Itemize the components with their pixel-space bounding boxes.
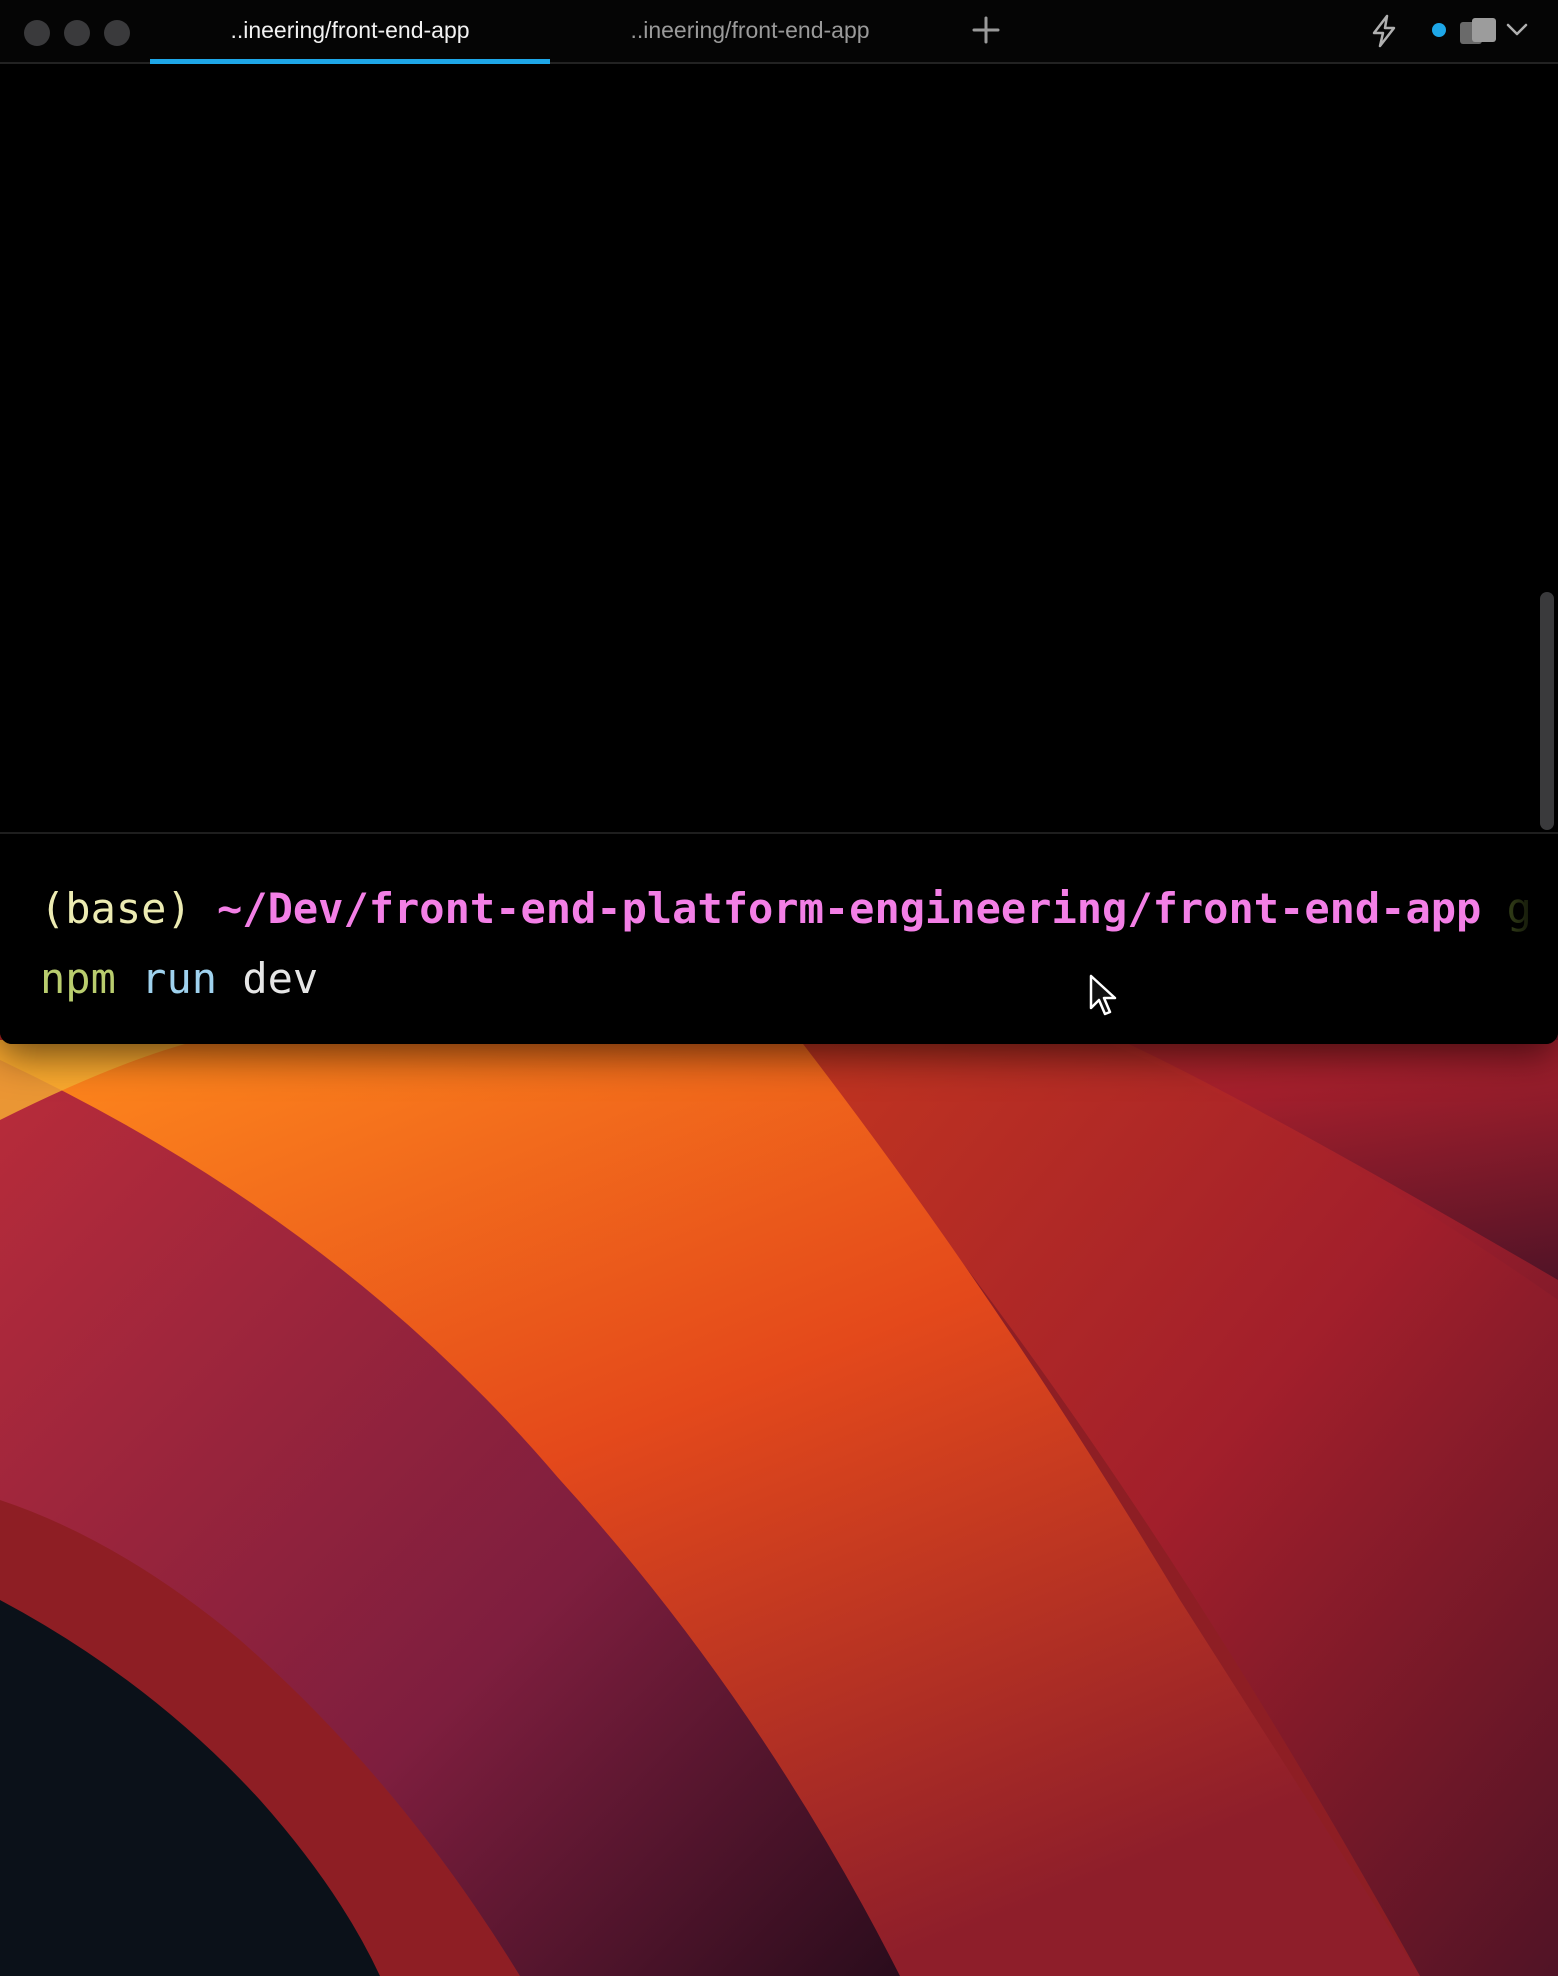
- command-subcommand: run: [141, 954, 218, 1003]
- command-argument: dev: [242, 954, 319, 1003]
- tab-front-end-app[interactable]: ..ineering/front-end-app: [550, 0, 950, 62]
- tab-label: ..ineering/front-end-app: [630, 17, 870, 43]
- command-line[interactable]: npm run dev: [40, 954, 318, 1003]
- working-directory: ~/Dev/front-end-platform-engineering/fro…: [217, 884, 1482, 933]
- status-dot-icon: [1432, 23, 1446, 37]
- scrollbar-thumb[interactable]: [1540, 592, 1554, 830]
- plus-icon[interactable]: [970, 14, 1002, 46]
- command-input-area[interactable]: (base) ~/Dev/front-end-platform-engineer…: [0, 834, 1558, 1044]
- prompt-line: (base) ~/Dev/front-end-platform-engineer…: [40, 884, 1532, 933]
- terminal-window: ..ineering/front-end-app ..ineering/fron…: [0, 0, 1558, 1044]
- bolt-icon[interactable]: [1370, 14, 1398, 48]
- close-window-button[interactable]: [24, 20, 50, 46]
- tab-front-end-app-active[interactable]: ..ineering/front-end-app: [150, 0, 550, 62]
- pane-icon[interactable]: [1458, 16, 1498, 46]
- overflow-fade: [1478, 874, 1558, 934]
- title-bar: ..ineering/front-end-app ..ineering/fron…: [0, 0, 1558, 64]
- mouse-pointer-icon: [1089, 974, 1117, 1016]
- minimize-window-button[interactable]: [64, 20, 90, 46]
- terminal-output[interactable]: [0, 64, 1558, 834]
- command-program: npm: [40, 954, 116, 1003]
- chevron-down-icon[interactable]: [1506, 22, 1528, 38]
- zoom-window-button[interactable]: [104, 20, 130, 46]
- tab-label: ..ineering/front-end-app: [230, 17, 470, 43]
- conda-env: (base): [40, 884, 192, 933]
